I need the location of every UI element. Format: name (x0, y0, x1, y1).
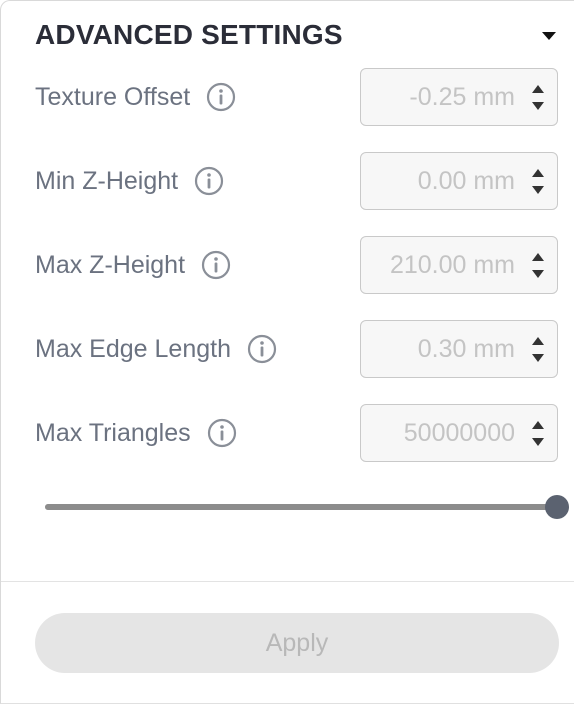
input-value: 210.00 mm (389, 251, 515, 279)
increment-arrow-icon[interactable] (532, 337, 544, 345)
max-z-height-input[interactable]: 210.00 mm (360, 236, 558, 294)
max-triangles-input[interactable]: 50000000 (360, 404, 558, 462)
setting-label: Min Z-Height (35, 166, 179, 195)
decrement-arrow-icon[interactable] (532, 354, 544, 362)
min-z-height-input[interactable]: 0.00 mm (360, 152, 558, 210)
setting-label: Max Z-Height (35, 250, 186, 279)
advanced-settings-header[interactable]: ADVANCED SETTINGS (35, 15, 559, 55)
info-icon[interactable] (201, 250, 231, 280)
increment-arrow-icon[interactable] (532, 85, 544, 93)
input-value: 0.30 mm (417, 335, 515, 363)
decrement-arrow-icon[interactable] (532, 270, 544, 278)
setting-row-max-z-height: Max Z-Height 210.00 mm (35, 235, 559, 295)
decrement-arrow-icon[interactable] (532, 438, 544, 446)
input-value: 50000000 (403, 419, 515, 447)
setting-row-min-z-height: Min Z-Height 0.00 mm (35, 151, 559, 211)
setting-row-max-edge-length: Max Edge Length 0.30 mm (35, 319, 559, 379)
apply-button[interactable]: Apply (35, 613, 559, 673)
increment-arrow-icon[interactable] (532, 421, 544, 429)
setting-label: Texture Offset (35, 82, 191, 111)
decrement-arrow-icon[interactable] (532, 102, 544, 110)
setting-row-texture-offset: Texture Offset -0.25 mm (35, 67, 559, 127)
slider-thumb[interactable] (545, 495, 569, 519)
info-icon[interactable] (194, 166, 224, 196)
section-title: ADVANCED SETTINGS (35, 19, 343, 50)
advanced-settings-panel: ADVANCED SETTINGS Texture Offset -0.25 m… (0, 0, 574, 704)
chevron-down-icon[interactable] (542, 32, 556, 40)
increment-arrow-icon[interactable] (532, 253, 544, 261)
setting-row-max-triangles: Max Triangles 50000000 (35, 403, 559, 463)
decrement-arrow-icon[interactable] (532, 186, 544, 194)
footer-divider (1, 581, 574, 582)
setting-label: Max Triangles (35, 418, 191, 447)
max-triangles-slider[interactable] (45, 493, 569, 521)
info-icon[interactable] (207, 418, 237, 448)
max-edge-length-input[interactable]: 0.30 mm (360, 320, 558, 378)
increment-arrow-icon[interactable] (532, 169, 544, 177)
input-value: 0.00 mm (417, 167, 515, 195)
info-icon[interactable] (247, 334, 277, 364)
input-value: -0.25 mm (409, 83, 515, 111)
info-icon[interactable] (206, 82, 236, 112)
texture-offset-input[interactable]: -0.25 mm (360, 68, 558, 126)
setting-label: Max Edge Length (35, 334, 231, 363)
slider-fill (45, 504, 557, 510)
